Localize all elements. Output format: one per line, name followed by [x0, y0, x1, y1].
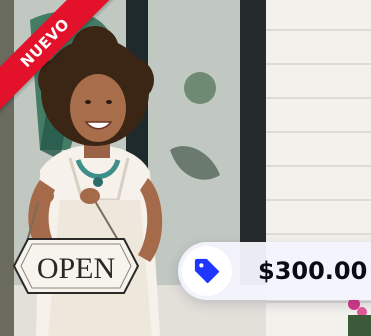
- price-tag-icon-wrap: [182, 246, 232, 296]
- product-card[interactable]: OPEN NUEVO $300.00: [0, 0, 371, 336]
- price-tag-icon: [194, 258, 220, 284]
- open-sign: OPEN: [12, 238, 140, 294]
- price-amount: $300.00: [258, 257, 368, 285]
- price-pill: $300.00: [178, 242, 371, 300]
- open-sign-text: OPEN: [37, 252, 115, 285]
